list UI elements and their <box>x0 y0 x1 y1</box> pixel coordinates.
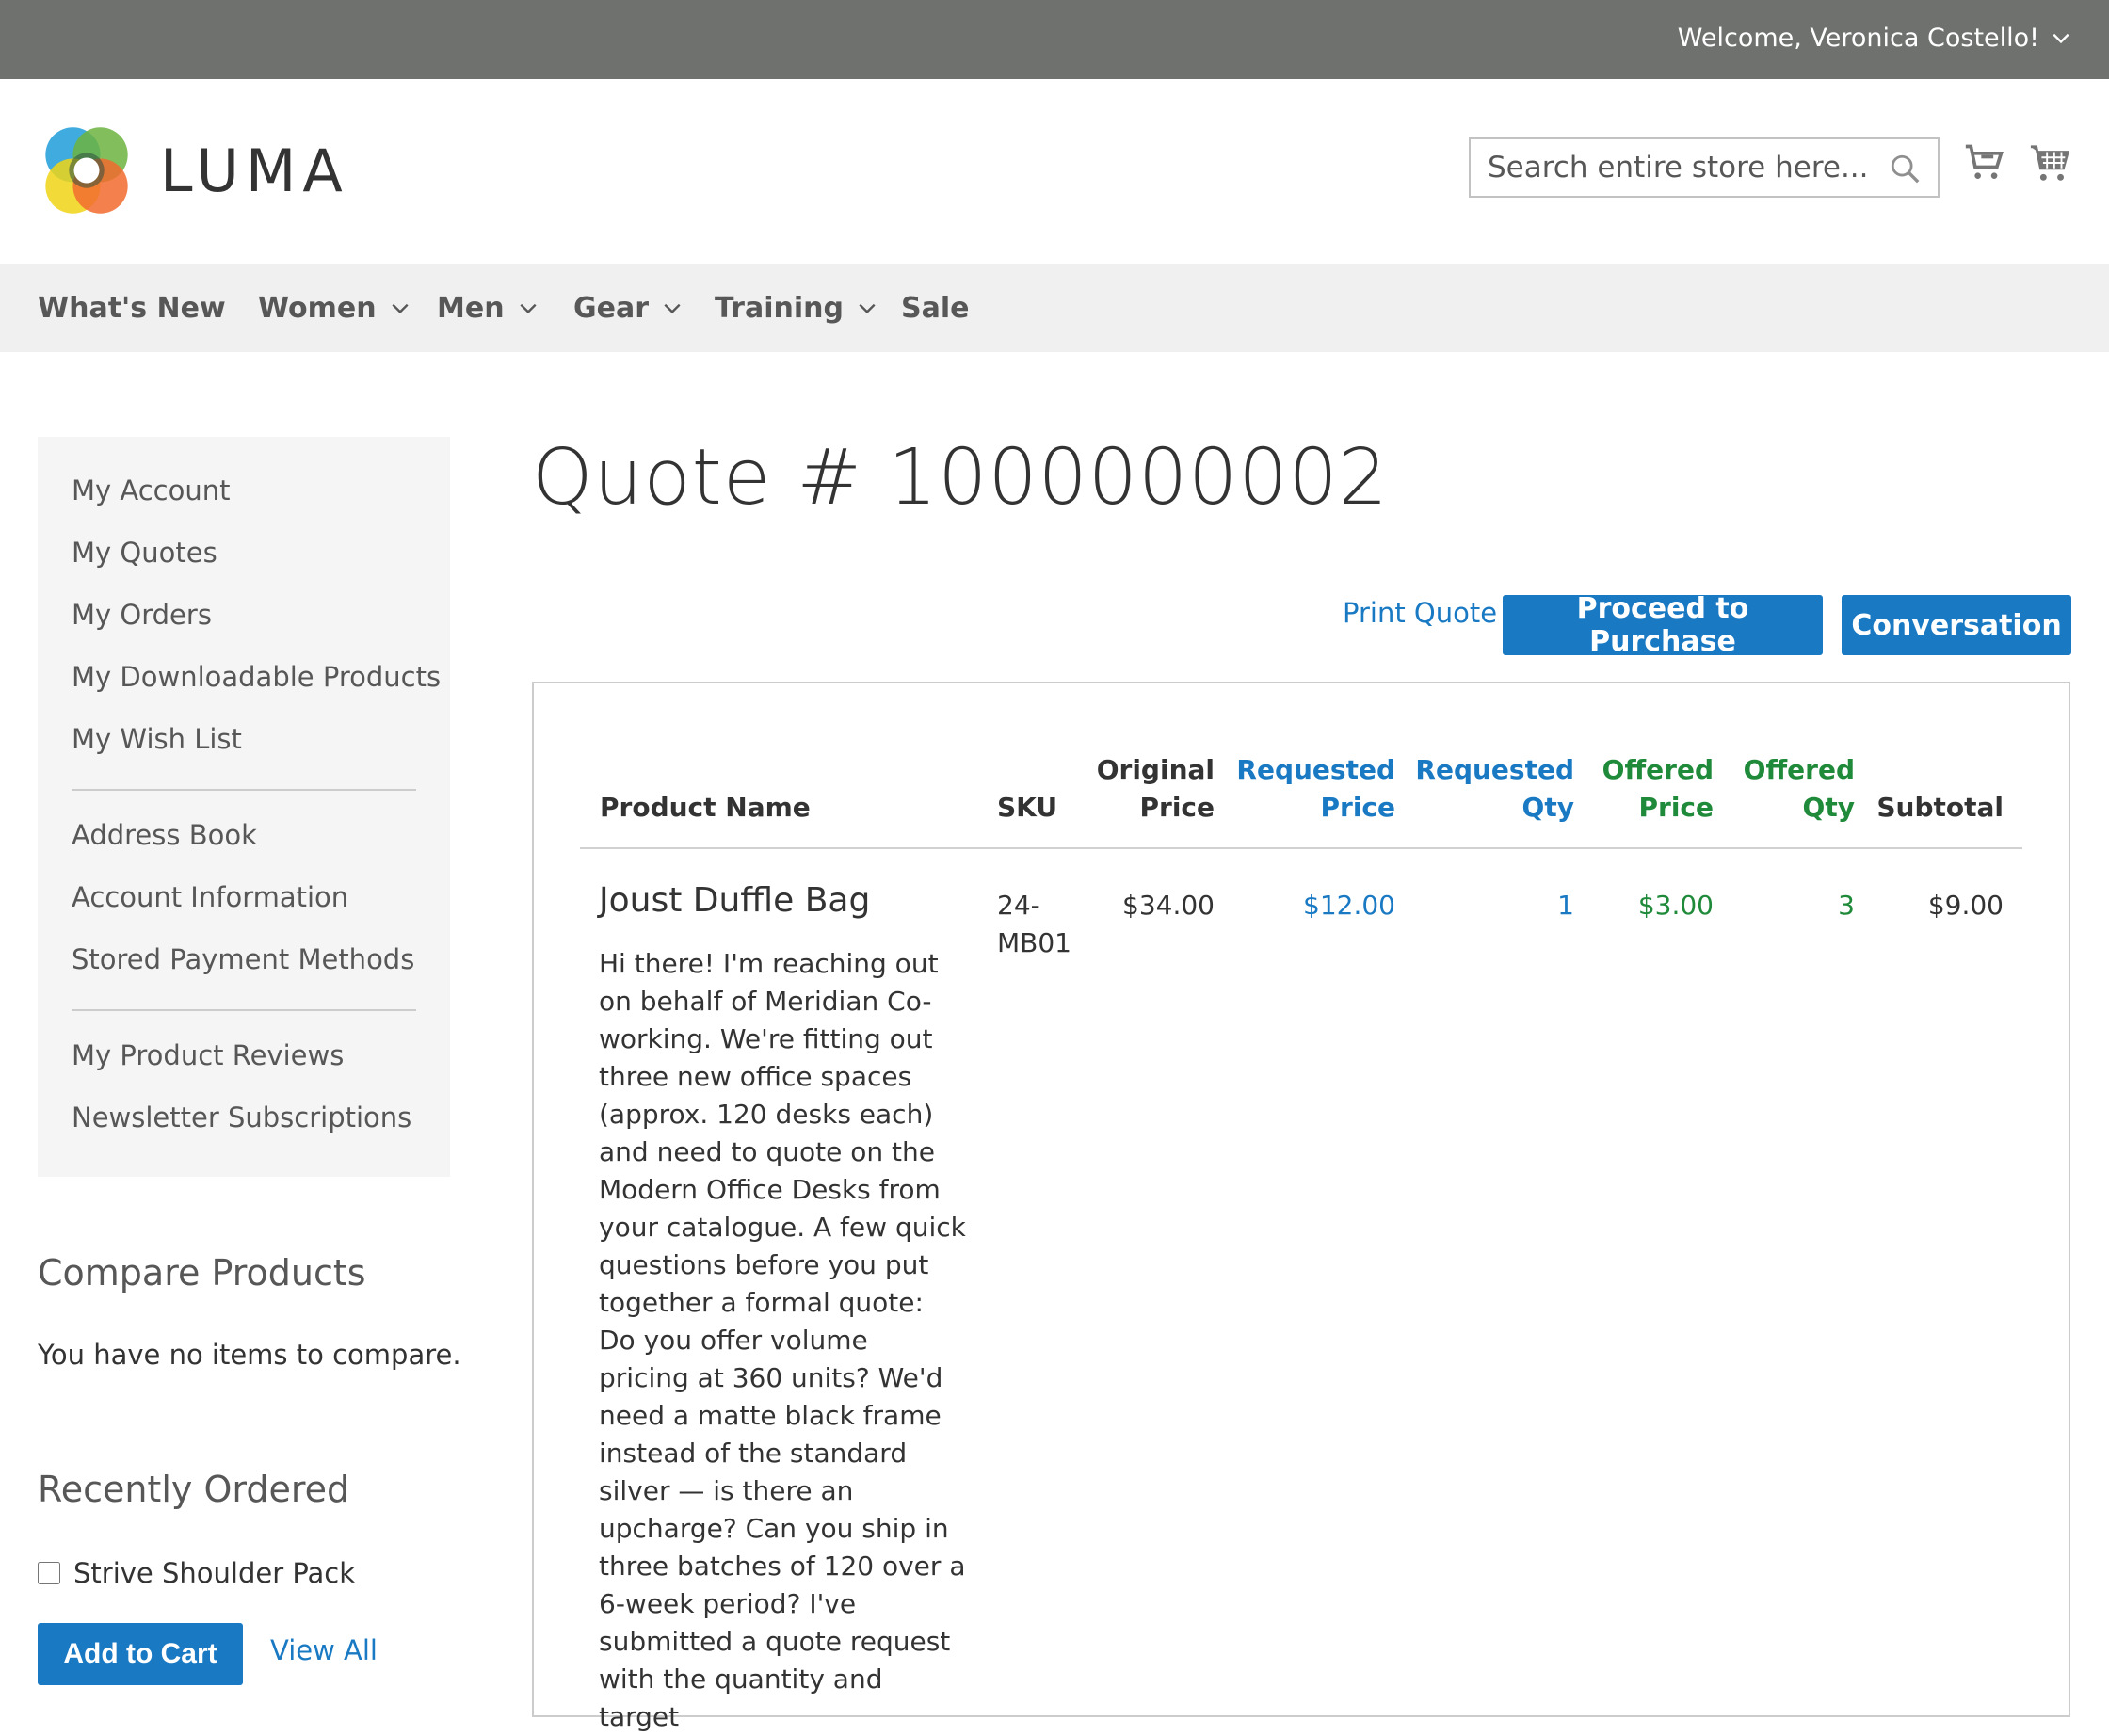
customer-welcome-menu[interactable]: Welcome, Veronica Costello! <box>1678 17 2071 58</box>
header-line: Price <box>1638 792 1714 823</box>
search-box <box>1469 137 1940 198</box>
site-header: LUMA <box>0 79 2109 264</box>
nav-item-label: Men <box>437 291 505 325</box>
product-sku: 24- MB01 <box>997 887 1071 962</box>
sidebar-divider <box>72 789 416 791</box>
logo-text: LUMA <box>160 136 349 205</box>
nav-item-gear[interactable]: Gear <box>573 264 683 352</box>
nav-item-label: What's New <box>38 291 226 325</box>
sku-line: MB01 <box>997 927 1071 958</box>
table-header-divider <box>580 847 2022 849</box>
quote-cart-icon[interactable] <box>1964 141 2005 183</box>
nav-item-women[interactable]: Women <box>258 264 411 352</box>
recently-ordered-item-name: Strive Shoulder Pack <box>73 1557 356 1589</box>
nav-item-men[interactable]: Men <box>437 264 539 352</box>
product-name: Joust Duffle Bag <box>599 881 871 920</box>
sidebar-item-my-account[interactable]: My Account <box>72 474 231 506</box>
cart-icon[interactable] <box>2029 141 2072 185</box>
luma-logo-icon <box>45 127 128 214</box>
column-header-offered-qty: Offered Qty <box>1732 751 1855 827</box>
conversation-button[interactable]: Conversation <box>1842 595 2071 655</box>
search-input[interactable] <box>1488 141 1883 194</box>
sidebar-item-stored-payment-methods[interactable]: Stored Payment Methods <box>72 943 414 975</box>
sidebar-item-wish-list[interactable]: My Wish List <box>72 723 242 755</box>
header-line: Price <box>1139 792 1215 823</box>
header-line: Offered <box>1743 754 1855 785</box>
column-header-product-name: Product Name <box>600 792 811 823</box>
nav-item-training[interactable]: Training <box>715 264 877 352</box>
account-sidebar: My Account My Quotes My Orders My Downlo… <box>38 437 450 1177</box>
view-all-link[interactable]: View All <box>270 1634 378 1666</box>
header-line: Offered <box>1602 754 1714 785</box>
recently-ordered-item: Strive Shoulder Pack <box>38 1557 355 1589</box>
compare-products-title: Compare Products <box>38 1252 366 1294</box>
recently-ordered-title: Recently Ordered <box>38 1469 350 1510</box>
store-logo[interactable]: LUMA <box>38 121 349 219</box>
sidebar-item-product-reviews[interactable]: My Product Reviews <box>72 1039 344 1071</box>
header-line: Qty <box>1521 792 1574 823</box>
column-header-requested-price: Requested Price <box>1233 751 1395 827</box>
proceed-to-purchase-button[interactable]: Proceed to Purchase <box>1503 592 1823 658</box>
sidebar-divider <box>72 1009 416 1011</box>
column-header-offered-price: Offered Price <box>1591 751 1714 827</box>
page-title: Quote # 1000000002 <box>532 433 1389 522</box>
sidebar-item-my-orders[interactable]: My Orders <box>72 599 212 631</box>
nav-item-label: Sale <box>901 291 970 325</box>
nav-item-whats-new[interactable]: What's New <box>38 264 226 352</box>
column-header-subtotal: Subtotal <box>1876 792 2004 823</box>
print-quote-link[interactable]: Print Quote <box>1343 597 1497 629</box>
sku-line: 24- <box>997 890 1040 921</box>
header-line: Requested <box>1236 754 1395 785</box>
chevron-down-icon <box>392 303 409 314</box>
chevron-down-icon <box>2053 33 2069 44</box>
requested-qty-value: 1 <box>1557 890 1574 921</box>
search-icon[interactable] <box>1889 153 1921 185</box>
column-header-sku: SKU <box>997 792 1058 823</box>
chevron-down-icon <box>520 303 537 314</box>
chevron-down-icon <box>859 303 876 314</box>
header-line: Original <box>1096 754 1215 785</box>
offered-price-value: $3.00 <box>1637 890 1714 921</box>
recently-ordered-checkbox[interactable] <box>38 1562 60 1584</box>
sidebar-item-downloadable-products[interactable]: My Downloadable Products <box>72 661 441 693</box>
nav-item-label: Gear <box>573 291 650 325</box>
header-line: Qty <box>1802 792 1855 823</box>
sidebar-item-newsletter-subscriptions[interactable]: Newsletter Subscriptions <box>72 1101 411 1133</box>
column-header-requested-qty: Requested Qty <box>1412 751 1574 827</box>
header-line: Requested <box>1415 754 1574 785</box>
offered-qty-value: 3 <box>1838 890 1855 921</box>
add-to-cart-button[interactable]: Add to Cart <box>38 1623 243 1685</box>
product-request-note: Hi there! I'm reaching out on behalf of … <box>599 948 966 1732</box>
chevron-down-icon <box>664 303 681 314</box>
nav-item-label: Women <box>258 291 377 325</box>
sidebar-item-my-quotes[interactable]: My Quotes <box>72 537 217 569</box>
welcome-text: Welcome, Veronica Costello! <box>1677 23 2039 53</box>
original-price-value: $34.00 <box>1122 890 1215 921</box>
nav-item-label: Training <box>715 291 844 325</box>
compare-empty-text: You have no items to compare. <box>38 1339 461 1371</box>
nav-item-sale[interactable]: Sale <box>901 264 969 352</box>
requested-price-value: $12.00 <box>1303 890 1395 921</box>
subtotal-value: $9.00 <box>1927 890 2004 921</box>
sidebar-item-account-information[interactable]: Account Information <box>72 881 348 913</box>
header-line: Price <box>1320 792 1395 823</box>
column-header-original-price: Original Price <box>1073 751 1215 827</box>
top-bar: Welcome, Veronica Costello! <box>0 0 2109 79</box>
main-navigation: What's New Women Men Gear Training Sale <box>0 264 2109 352</box>
sidebar-item-address-book[interactable]: Address Book <box>72 819 257 851</box>
